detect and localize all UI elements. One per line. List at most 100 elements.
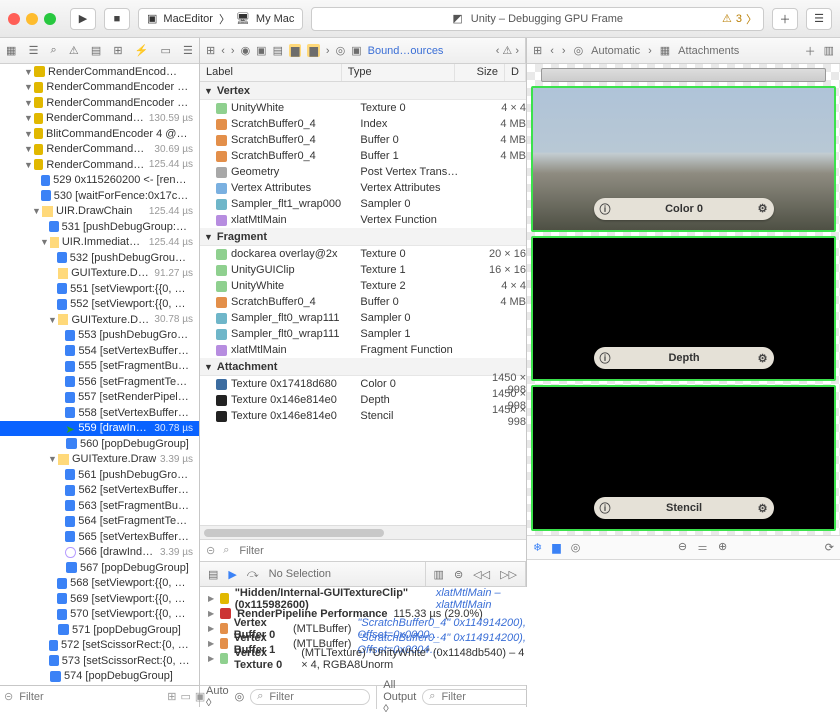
fit-icon[interactable]: ⟳	[825, 542, 834, 554]
minimize-dot[interactable]	[26, 13, 38, 25]
resource-row[interactable]: dockarea overlay@2xTexture 020 × 16F	[200, 246, 526, 262]
tree-row[interactable]: 573 [setScissorRect:{0, 0, 1…	[0, 653, 199, 669]
tree-row[interactable]: 560 [popDebugGroup]	[0, 436, 199, 452]
crumb-automatic[interactable]: Automatic	[591, 45, 640, 57]
tree-row[interactable]: 568 [setViewport:{{0, 0, 1…	[0, 576, 199, 592]
grid-icon[interactable]: ⊞	[206, 44, 215, 57]
nav-tab-icon[interactable]: ▤	[91, 44, 101, 57]
add-icon[interactable]: ＋	[805, 43, 816, 59]
attachment-thumbnail[interactable]: ⓘColor 0⚙	[531, 86, 836, 232]
debug-line[interactable]: ▶Vertex Texture 0 (MTLTexture) "UnityWhi…	[208, 651, 532, 666]
tree-row[interactable]: 558 [setVertexBufferOf…	[0, 405, 199, 421]
resource-row[interactable]: ScratchBuffer0_4Buffer 04 MBC	[200, 294, 526, 310]
tree-row[interactable]: ▼GUITexture.Draw3.39 µs	[0, 452, 199, 468]
crop-icon[interactable]: ▆	[552, 541, 560, 554]
resource-row[interactable]: UnityWhiteTexture 24 × 4F	[200, 278, 526, 294]
nav-tab-icon[interactable]: ⌕	[51, 44, 57, 57]
crumb-icon[interactable]: ▆	[307, 44, 319, 57]
tree-row[interactable]: ▼RenderCommandEncoder 1 @0…	[0, 80, 199, 96]
auto-icon[interactable]: ◎	[574, 44, 584, 57]
grid-icon[interactable]: ⊞	[533, 44, 542, 57]
call-tree[interactable]: ▼RenderCommandEncod…▼RenderCommandEncode…	[0, 64, 199, 685]
nav-tab-icon[interactable]: ▭	[160, 44, 170, 57]
tree-row[interactable]: ▼RenderCommandEncod…	[0, 64, 199, 80]
tree-row[interactable]: 551 [setViewport:{{0, 0, 1…	[0, 281, 199, 297]
col-d[interactable]: D	[505, 64, 526, 81]
tree-row[interactable]: 553 [pushDebugGroup:…	[0, 328, 199, 344]
tree-row[interactable]: 562 [setVertexBufferOf…	[0, 483, 199, 499]
target-icon[interactable]: ◎	[571, 541, 581, 554]
tree-row[interactable]: 561 [pushDebugGroup:…	[0, 467, 199, 483]
resource-row[interactable]: Texture 0x146e814e0Stencil1450 × 998D	[200, 408, 526, 424]
gear-icon[interactable]: ⚙	[758, 502, 768, 515]
tree-row[interactable]: ▼RenderCommandEnco…130.59 µs	[0, 111, 199, 127]
gear-icon[interactable]: ⚙	[758, 202, 768, 215]
zoom-dot[interactable]	[44, 13, 56, 25]
inspect-icon[interactable]: ◎	[235, 690, 245, 703]
console-filter[interactable]: ⌕	[422, 689, 542, 705]
resource-group-header[interactable]: ▼ Fragment	[200, 228, 526, 246]
warning-badge[interactable]: ⚠ 3 〉	[722, 11, 757, 27]
crumb-icon[interactable]: ◎	[336, 44, 346, 57]
tree-row[interactable]: 565 [setVertexBufferOf…	[0, 529, 199, 545]
debug-line[interactable]: ▶"Hidden/Internal-GUITextureClip" (0x115…	[208, 591, 532, 606]
step-icon[interactable]: ▥	[434, 568, 444, 581]
tree-row[interactable]: ▼RenderCommandEnco…30.69 µs	[0, 142, 199, 158]
tree-row[interactable]: GUITexture.Draw91.27 µs	[0, 266, 199, 282]
crumb-icon[interactable]: ›	[326, 45, 330, 57]
fwd-icon[interactable]: ›	[562, 45, 566, 57]
continue-icon[interactable]: ▶	[228, 568, 236, 581]
tree-row[interactable]: 529 0x115260200 <- [renderCo…	[0, 173, 199, 189]
tree-row[interactable]: 570 [setViewport:{{0, 0, 1…	[0, 607, 199, 623]
tree-row[interactable]: ▼GUITexture.Draw30.78 µs	[0, 312, 199, 328]
output-scope-selector[interactable]: All Output ◊	[383, 679, 416, 715]
tree-row[interactable]: ➤559 [drawInde…30.78 µs	[0, 421, 199, 437]
close-dot[interactable]	[8, 13, 20, 25]
plus-button[interactable]: ＋	[772, 8, 798, 30]
nav-tab-icon[interactable]: ⚠	[69, 44, 79, 57]
tree-row[interactable]: 569 [setViewport:{{0, 0, 1…	[0, 591, 199, 607]
warn-nav[interactable]: ‹ ⚠ ›	[496, 44, 519, 57]
stop-button[interactable]: ■	[104, 8, 130, 30]
nav-tab-icon[interactable]: ☰	[183, 44, 193, 57]
resource-row[interactable]: Sampler_flt0_wrap111Sampler 1F	[200, 326, 526, 342]
scheme-selector[interactable]: ▣ MacEditor 〉 🖥 My Mac	[138, 8, 303, 30]
step-icon[interactable]: ⊜	[454, 568, 463, 581]
back-icon[interactable]: ‹	[550, 45, 554, 57]
filter-scope-icon[interactable]: ⊝	[4, 690, 13, 703]
navigator-filter-input[interactable]	[17, 690, 163, 704]
tree-row[interactable]: 552 [setViewport:{{0, 0, 1…	[0, 297, 199, 313]
toggle-breakpoints-icon[interactable]: ▤	[208, 568, 218, 581]
resource-row[interactable]: ScratchBuffer0_4Index4 MBC	[200, 116, 526, 132]
back-icon[interactable]: ‹	[221, 45, 225, 57]
tree-row[interactable]: ▼RenderCommandEnc…125.44 µs	[0, 157, 199, 173]
tree-row[interactable]: 564 [setFragmentTextu…	[0, 514, 199, 530]
nav-tab-icon[interactable]: ☰	[29, 44, 39, 57]
resource-row[interactable]: Sampler_flt1_wrap000Sampler 0F	[200, 196, 526, 212]
resource-group-header[interactable]: ▼ Vertex	[200, 82, 526, 100]
crumb-icon[interactable]: ▆	[289, 44, 301, 57]
tree-row[interactable]: ▼UIR.ImmediateRen…125.44 µs	[0, 235, 199, 251]
gear-icon[interactable]: ⚙	[758, 352, 768, 365]
crumb-icon[interactable]: ▣	[256, 44, 266, 57]
step-icon[interactable]: ◁◁	[473, 568, 490, 581]
info-icon[interactable]: ⓘ	[600, 350, 611, 366]
resource-row[interactable]: ScratchBuffer0_4Buffer 14 MBC	[200, 148, 526, 164]
zoom-out-icon[interactable]: ⊖	[678, 540, 687, 556]
col-label[interactable]: Label	[200, 64, 342, 81]
step-icon[interactable]: ▷▷	[500, 568, 517, 581]
resource-row[interactable]: xlatMtlMainFragment Function	[200, 342, 526, 358]
auto-scope-selector[interactable]: Auto ◊	[206, 685, 229, 709]
editor-layout-button[interactable]: ☰	[806, 8, 832, 30]
tree-row[interactable]: 554 [setVertexBufferOf…	[0, 343, 199, 359]
resource-row[interactable]: GeometryPost Vertex Trans…	[200, 164, 526, 180]
tree-row[interactable]: 532 [pushDebugGroup:"U…	[0, 250, 199, 266]
tree-row[interactable]: ▼UIR.DrawChain125.44 µs	[0, 204, 199, 220]
resource-list[interactable]: ▼ VertexUnityWhiteTexture 04 × 4FScratch…	[200, 82, 526, 525]
crumb-attachments[interactable]: Attachments	[678, 45, 739, 57]
resource-row[interactable]: UnityGUIClipTexture 116 × 16A	[200, 262, 526, 278]
nav-tab-icon[interactable]: ▦	[6, 44, 16, 57]
resource-filter-input[interactable]	[237, 544, 520, 558]
tree-row[interactable]: 563 [setFragmentBuffe…	[0, 498, 199, 514]
resource-row[interactable]: ScratchBuffer0_4Buffer 04 MBC	[200, 132, 526, 148]
